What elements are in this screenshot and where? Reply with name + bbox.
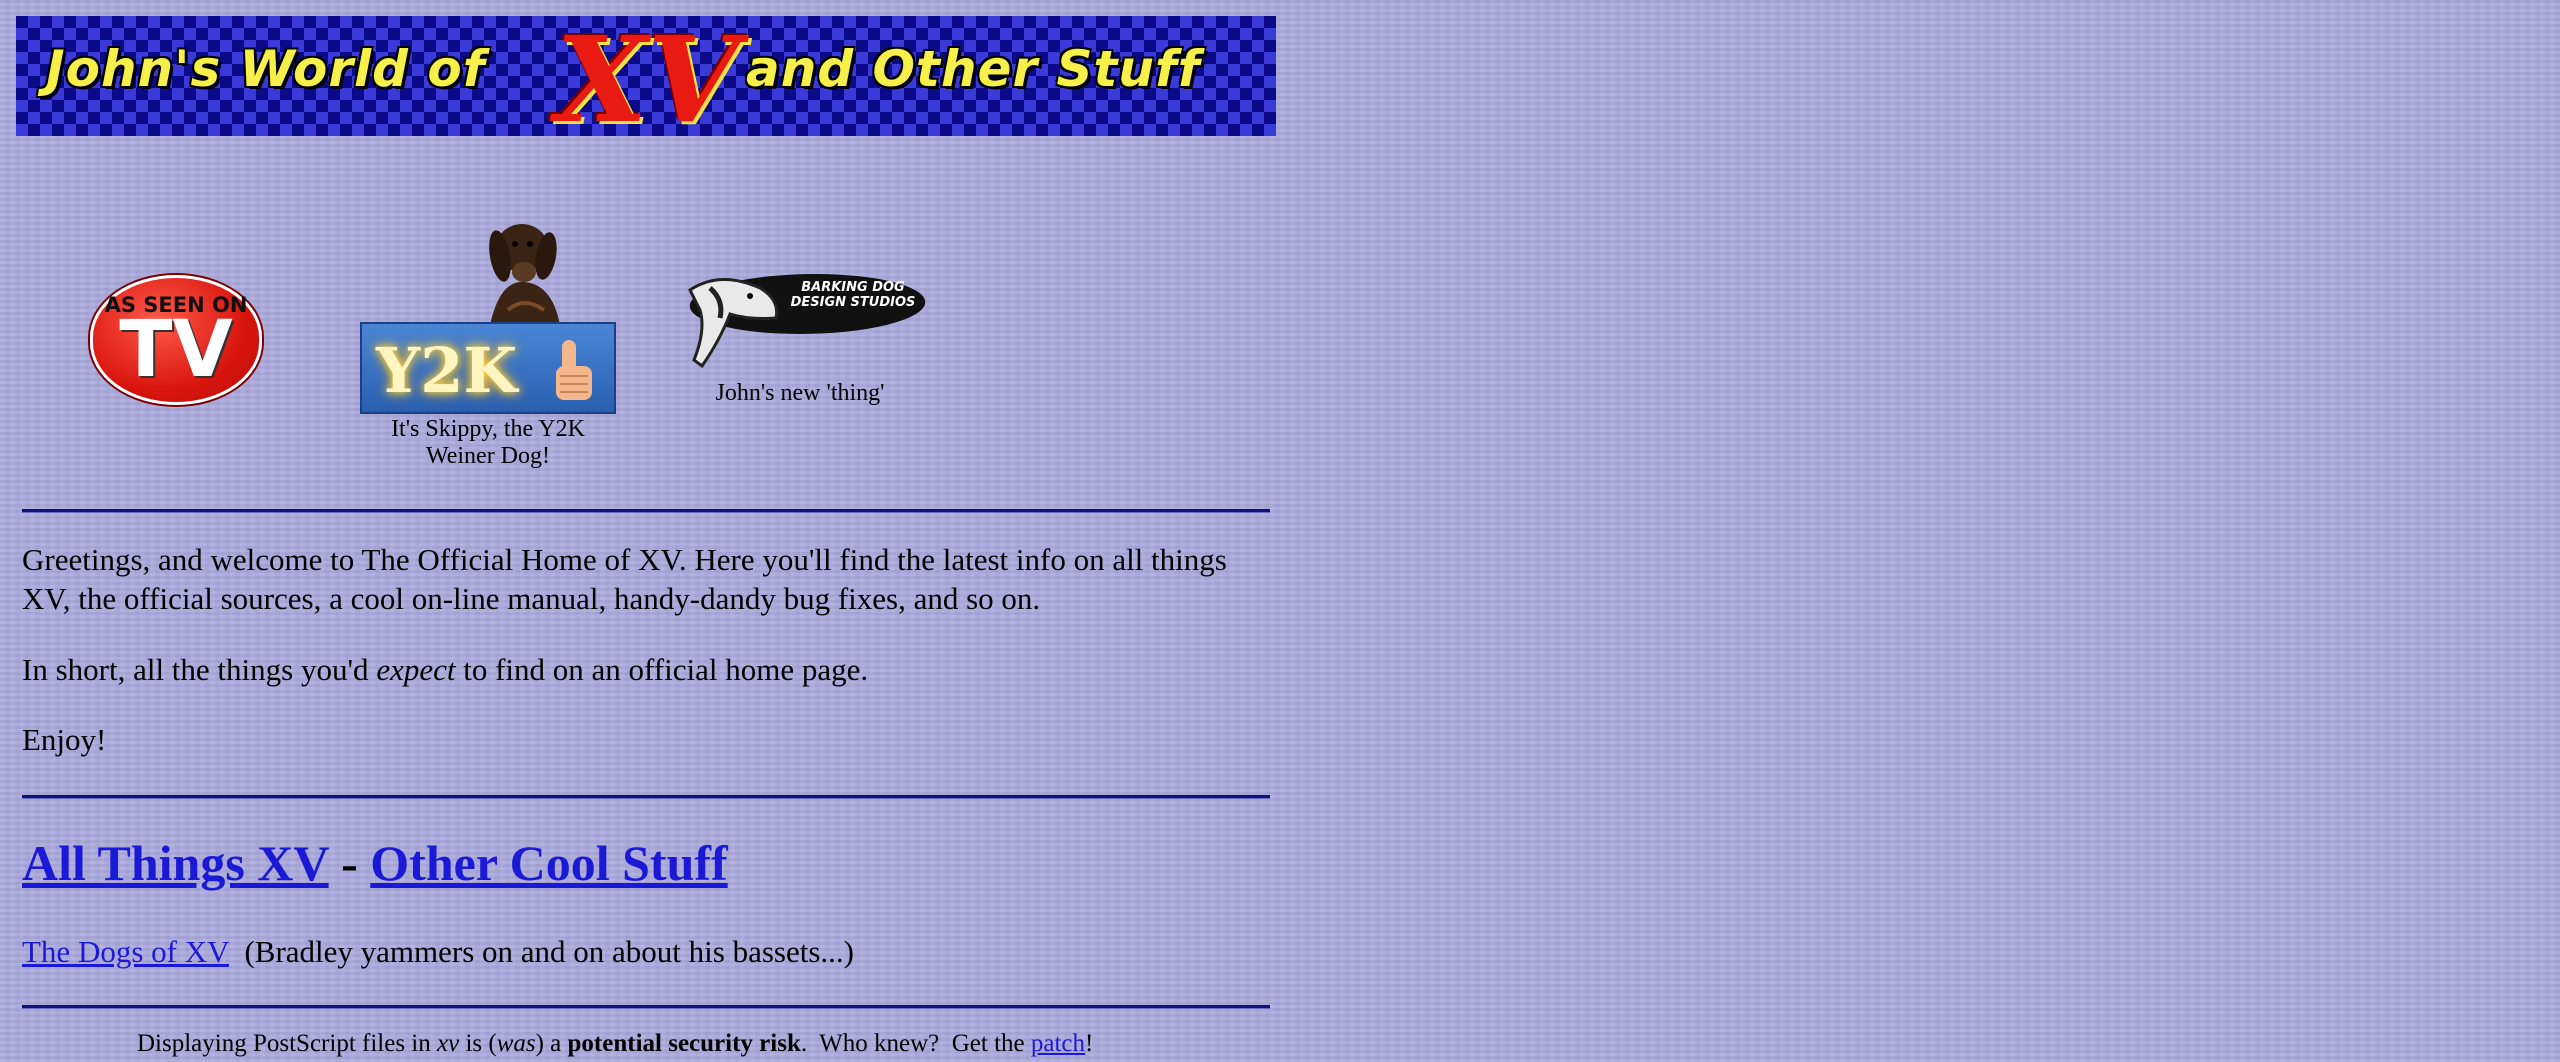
banner-right-text: and Other Stuff	[746, 40, 1201, 98]
notice-xv: xv	[437, 1030, 460, 1057]
divider-1	[22, 509, 1270, 513]
notice-text-3: ) a	[535, 1030, 568, 1057]
notice-text-2: is (	[459, 1030, 497, 1057]
other-cool-stuff-link[interactable]: Other Cool Stuff	[370, 835, 727, 891]
greeting-paragraph: Greetings, and welcome to The Official H…	[22, 542, 1227, 616]
links-separator: -	[328, 835, 371, 891]
dogs-of-xv-link[interactable]: The Dogs of XV	[22, 934, 229, 969]
y2k-badge: Y2K	[360, 322, 616, 414]
tv-logo-big-text: TV	[119, 305, 233, 395]
security-notice: Displaying PostScript files in xv is (wa…	[137, 1030, 1093, 1058]
short-paragraph: In short, all the things you'd expect to…	[22, 652, 868, 688]
barking-dog-caption: John's new 'thing'	[715, 380, 885, 406]
barking-dog-logo-text: BARKING DOG DESIGN STUDIOS	[790, 280, 916, 310]
short-text-2: to find on an official home page.	[455, 652, 869, 687]
enjoy-text: Enjoy!	[22, 722, 107, 757]
notice-risk: potential security risk	[567, 1030, 801, 1057]
banner-left-text: John's World of	[46, 40, 486, 98]
notice-text-5: !	[1085, 1030, 1094, 1057]
dogs-of-xv-description: (Bradley yammers on and on about his bas…	[228, 934, 854, 969]
patch-link[interactable]: patch	[1031, 1030, 1085, 1057]
banner-xv-logo: XV	[556, 10, 740, 149]
barking-dog-icon	[688, 278, 779, 369]
notice-text-1: Displaying PostScript files in	[137, 1030, 437, 1057]
divider-3	[22, 1005, 1270, 1009]
all-things-xv-link[interactable]: All Things XV	[22, 835, 329, 891]
section-links-heading: All Things XV - Other Cool Stuff	[22, 834, 728, 892]
notice-text-4: . Who knew? Get the	[800, 1030, 1031, 1057]
expect-emphasis: expect	[376, 652, 456, 687]
short-text-1: In short, all the things you'd	[22, 652, 377, 687]
as-seen-on-tv-logo: AS SEEN ON TV	[90, 275, 262, 405]
dachshund-icon	[489, 224, 560, 325]
dogs-of-xv-line: The Dogs of XV (Bradley yammers on and o…	[22, 934, 854, 970]
y2k-dog-caption: It's Skippy, the Y2K Weiner Dog!	[391, 416, 585, 469]
notice-was: was	[496, 1030, 536, 1057]
y2k-text: Y2K	[376, 334, 518, 407]
divider-2	[22, 795, 1270, 799]
site-banner: John's World of XV and Other Stuff	[16, 10, 1276, 149]
thumbs-up-icon	[556, 340, 592, 400]
